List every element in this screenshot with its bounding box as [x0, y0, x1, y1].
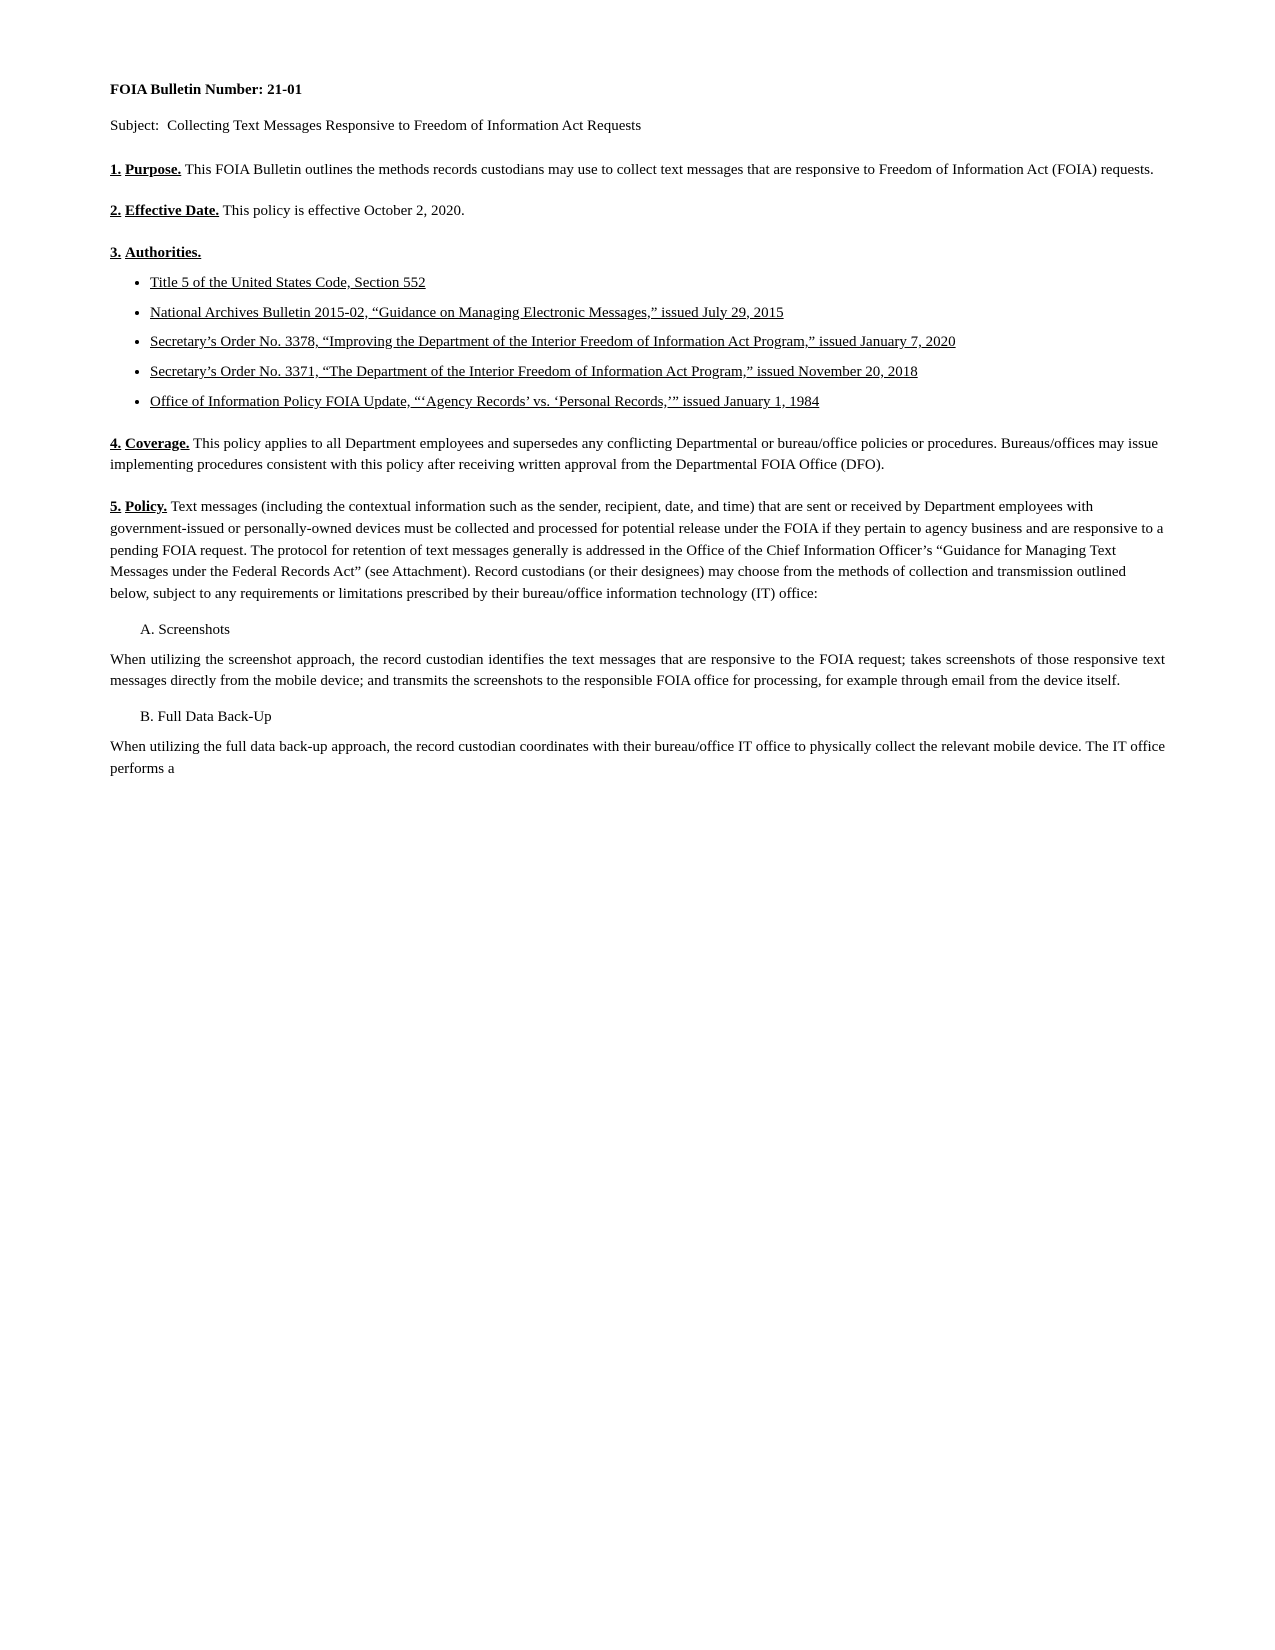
subject-text: Collecting Text Messages Responsive to F…	[167, 116, 641, 138]
section-effective-date-title: Effective Date.	[125, 203, 219, 219]
list-item: Secretary’s Order No. 3378, “Improving t…	[150, 332, 1165, 354]
list-item: National Archives Bulletin 2015-02, “Gui…	[150, 303, 1165, 325]
section-purpose-body: This FOIA Bulletin outlines the methods …	[185, 162, 1154, 178]
section-purpose-title: Purpose.	[125, 162, 181, 178]
bulletin-number: FOIA Bulletin Number: 21-01	[110, 80, 1165, 102]
section-policy-title: Policy.	[125, 499, 167, 515]
section-purpose-num: 1.	[110, 162, 121, 178]
section-purpose-heading: 1. Purpose. This FOIA Bulletin outlines …	[110, 160, 1165, 182]
subsection-b-label: B. Full Data Back-Up	[140, 709, 272, 725]
section-coverage-heading: 4. Coverage. This policy applies to all …	[110, 434, 1165, 478]
section-policy-body: Text messages (including the contextual …	[110, 499, 1163, 602]
subsection-a: A. Screenshots	[140, 620, 1165, 642]
section-purpose: 1. Purpose. This FOIA Bulletin outlines …	[110, 160, 1165, 182]
list-item: Secretary’s Order No. 3371, “The Departm…	[150, 362, 1165, 384]
list-item: Office of Information Policy FOIA Update…	[150, 392, 1165, 414]
section-effective-date-body: This policy is effective October 2, 2020…	[223, 203, 465, 219]
list-item: Title 5 of the United States Code, Secti…	[150, 273, 1165, 295]
section-authorities-num: 3.	[110, 245, 121, 261]
subsection-a-body: When utilizing the screenshot approach, …	[110, 650, 1165, 694]
subsection-b-body: When utilizing the full data back-up app…	[110, 737, 1165, 781]
subsection-a-label: A. Screenshots	[140, 622, 230, 638]
section-policy: 5. Policy. Text messages (including the …	[110, 497, 1165, 780]
section-coverage-num: 4.	[110, 436, 121, 452]
section-policy-num: 5.	[110, 499, 121, 515]
section-policy-heading: 5. Policy. Text messages (including the …	[110, 497, 1165, 606]
section-effective-date: 2. Effective Date. This policy is effect…	[110, 201, 1165, 223]
section-authorities: 3. Authorities. Title 5 of the United St…	[110, 243, 1165, 414]
section-authorities-title: Authorities.	[125, 245, 201, 261]
section-effective-date-heading: 2. Effective Date. This policy is effect…	[110, 201, 1165, 223]
section-effective-date-num: 2.	[110, 203, 121, 219]
section-coverage: 4. Coverage. This policy applies to all …	[110, 434, 1165, 478]
subsection-b: B. Full Data Back-Up	[140, 707, 1165, 729]
subject-label: Subject:	[110, 116, 159, 138]
section-authorities-heading: 3. Authorities.	[110, 243, 1165, 265]
authorities-list: Title 5 of the United States Code, Secti…	[150, 273, 1165, 414]
section-coverage-title: Coverage.	[125, 436, 190, 452]
subject-line: Subject: Collecting Text Messages Respon…	[110, 116, 1165, 138]
section-coverage-body: This policy applies to all Department em…	[110, 436, 1158, 474]
